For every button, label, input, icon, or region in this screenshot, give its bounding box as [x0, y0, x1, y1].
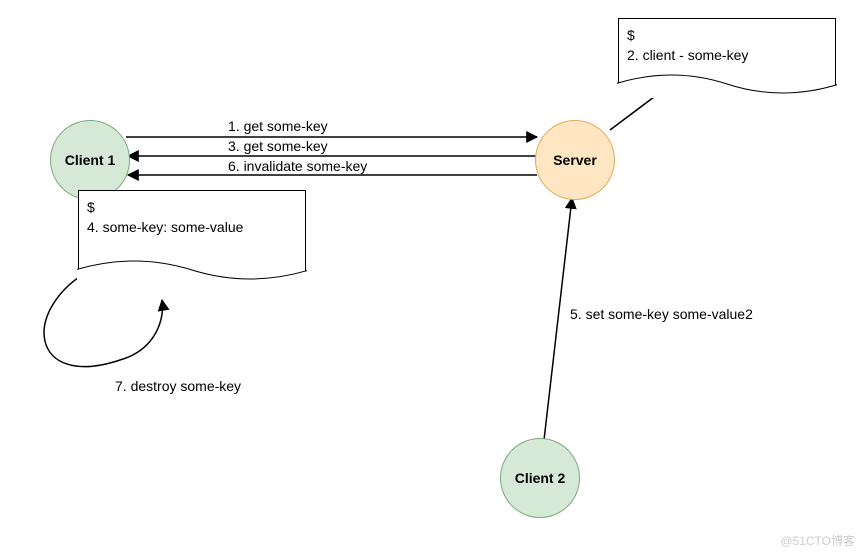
client1-note-line: 4. some-key: some-value: [87, 217, 297, 237]
client2-node: Client 2: [500, 438, 580, 518]
server-note-line: 2. client - some-key: [627, 45, 827, 65]
client1-note-prompt: $: [87, 197, 297, 217]
watermark: @51CTO博客: [780, 532, 855, 549]
arrow-destroy-7: [44, 270, 162, 367]
client1-node: Client 1: [50, 120, 130, 200]
arrow-set-5: [544, 198, 572, 440]
label-m3: 3. get some-key: [228, 138, 328, 154]
label-m5: 5. set some-key some-value2: [570, 306, 753, 322]
server-note-prompt: $: [627, 25, 827, 45]
server-node: Server: [535, 120, 615, 200]
server-label: Server: [553, 152, 597, 168]
client1-label: Client 1: [65, 152, 116, 168]
label-m7: 7. destroy some-key: [115, 378, 241, 394]
client1-note: $ 4. some-key: some-value: [78, 190, 306, 284]
client2-label: Client 2: [515, 470, 566, 486]
label-m6: 6. invalidate some-key: [228, 158, 367, 174]
label-m1: 1. get some-key: [228, 118, 328, 134]
server-note: $ 2. client - some-key: [618, 18, 836, 98]
